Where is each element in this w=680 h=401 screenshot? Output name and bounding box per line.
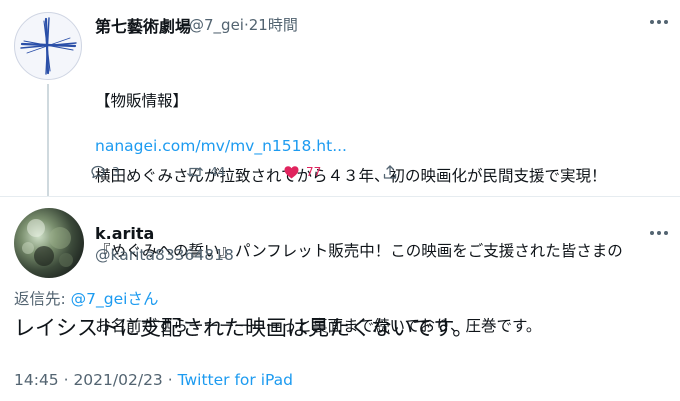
- author-avatar[interactable]: [14, 12, 82, 80]
- reply-text: レイシストに支配された映画は見たくないです。: [14, 316, 474, 340]
- reply-more-options-icon[interactable]: [650, 231, 670, 237]
- tweet-divider: [0, 196, 680, 197]
- replying-to: 返信先: @7_geiさん: [14, 287, 158, 309]
- reply-timestamp[interactable]: 14:45 · 2021/02/23 ·: [14, 371, 178, 389]
- retweet-count: 44: [210, 165, 226, 179]
- reply-icon: [91, 165, 105, 179]
- replying-to-prefix: 返信先:: [14, 290, 71, 308]
- retweet-button[interactable]: 44: [186, 164, 225, 180]
- share-icon: [383, 165, 397, 179]
- reply-footer: 14:45 · 2021/02/23 · Twitter for iPad: [14, 371, 293, 389]
- author-handle[interactable]: @7_gei: [189, 16, 244, 34]
- heart-icon: [284, 166, 299, 179]
- reply-button[interactable]: 3: [90, 164, 120, 180]
- tweet-time[interactable]: 21時間: [249, 16, 298, 34]
- share-button[interactable]: [382, 164, 398, 180]
- tweet-line: 【物販情報】: [95, 92, 189, 110]
- replying-to-suffix: さん: [127, 290, 159, 308]
- tweet-link[interactable]: nanagei.com/mv/mv_n1518.ht...: [95, 137, 347, 155]
- like-button[interactable]: 77: [283, 164, 321, 180]
- more-options-icon[interactable]: [650, 20, 670, 26]
- replying-to-mention[interactable]: @7_gei: [71, 290, 128, 308]
- reply-author-avatar[interactable]: [14, 208, 84, 278]
- author-name[interactable]: 第七藝術劇場: [95, 13, 191, 37]
- tweet-meta: @7_gei·21時間: [189, 14, 298, 35]
- reply-source[interactable]: Twitter for iPad: [178, 371, 293, 389]
- reply-author-handle[interactable]: @karita83364818: [95, 246, 234, 264]
- reply-author-name[interactable]: k.arita: [95, 224, 154, 243]
- like-count: 77: [306, 165, 322, 179]
- tweet-actions: 3 44 77: [0, 164, 680, 184]
- retweet-icon: [187, 167, 203, 177]
- reply-count: 3: [112, 165, 120, 179]
